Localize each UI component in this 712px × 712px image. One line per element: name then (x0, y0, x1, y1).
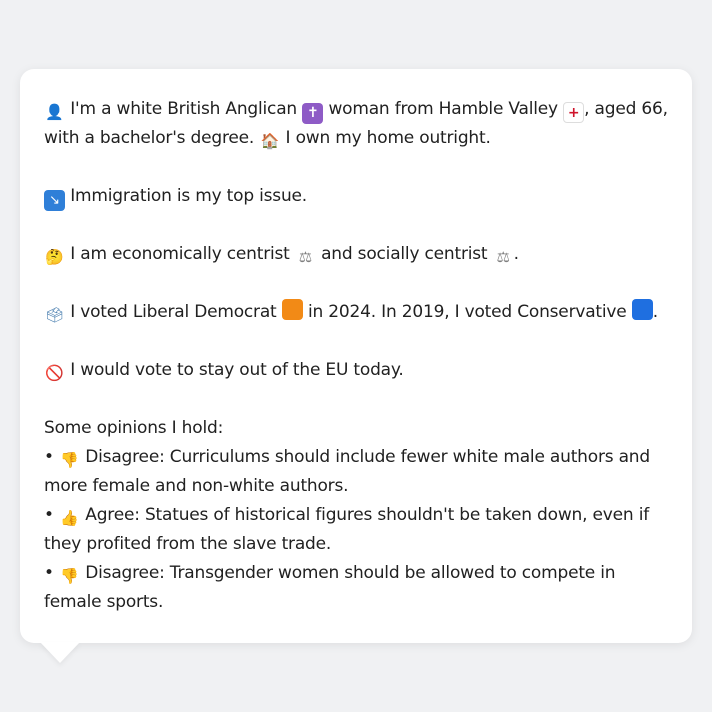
persona-message-bubble: 👤 I'm a white British Anglican ✝ woman f… (20, 69, 692, 643)
scales-icon: ⚖ (298, 248, 312, 266)
scales-icon: ⚖ (496, 248, 510, 266)
eu-text: I would vote to stay out of the EU today… (70, 360, 404, 380)
thumbs-down-icon: 👎 (60, 567, 79, 585)
eu-stance: 🚫 I would vote to stay out of the EU tod… (44, 356, 672, 385)
orange-square-icon (281, 299, 303, 320)
thinking-face-icon: 🤔 (45, 248, 64, 266)
arrow-icon: ↘ (44, 190, 65, 211)
england-flag-icon: + (563, 102, 585, 123)
opinion-item: • 👎 Disagree: Curriculums should include… (44, 443, 672, 501)
social-text: and socially centrist (321, 244, 488, 264)
opinion-text: Agree: Statues of historical figures sho… (44, 505, 650, 554)
top-issue-text: Immigration is my top issue. (70, 186, 307, 206)
blue-square-icon (631, 299, 653, 320)
voting-history: 🗳 I voted Liberal Democrat in 2024. In 2… (44, 298, 672, 327)
political-position: 🤔 I am economically centrist ⚖ and socia… (44, 240, 672, 269)
opinion-text: Disagree: Transgender women should be al… (44, 563, 616, 612)
opinion-text: Disagree: Curriculums should include few… (44, 447, 650, 496)
thumbs-down-icon: 👎 (60, 451, 79, 469)
vote-text-1: I voted Liberal Democrat (70, 302, 277, 322)
period: . (513, 244, 519, 264)
intro-text-2: woman from Hamble Valley (328, 99, 558, 119)
ballot-box-icon: 🗳 (45, 306, 64, 324)
economic-text: I am economically centrist (70, 244, 290, 264)
bullet: • (44, 505, 54, 525)
intro-text-1: I'm a white British Anglican (70, 99, 297, 119)
vote-text-2: in 2024. In 2019, I voted Conservative (307, 302, 627, 322)
house-icon: 🏠 (260, 132, 280, 150)
opinion-item: • 👎 Disagree: Transgender women should b… (44, 559, 672, 617)
opinion-item: • 👍 Agree: Statues of historical figures… (44, 501, 672, 559)
vote-period: . (652, 302, 658, 322)
top-issue: ↘ Immigration is my top issue. (44, 182, 672, 211)
cross-icon: ✝ (302, 103, 324, 124)
person-icon: 👤 (45, 103, 64, 121)
thumbs-up-icon: 👍 (60, 509, 79, 527)
intro-text-4: I own my home outright. (285, 128, 491, 148)
opinions-heading: Some opinions I hold: (44, 418, 224, 438)
bullet: • (44, 447, 54, 467)
profile-intro: 👤 I'm a white British Anglican ✝ woman f… (44, 95, 672, 153)
bullet: • (44, 563, 54, 583)
bubble-tail (40, 642, 80, 663)
prohibited-icon: 🚫 (45, 364, 64, 382)
